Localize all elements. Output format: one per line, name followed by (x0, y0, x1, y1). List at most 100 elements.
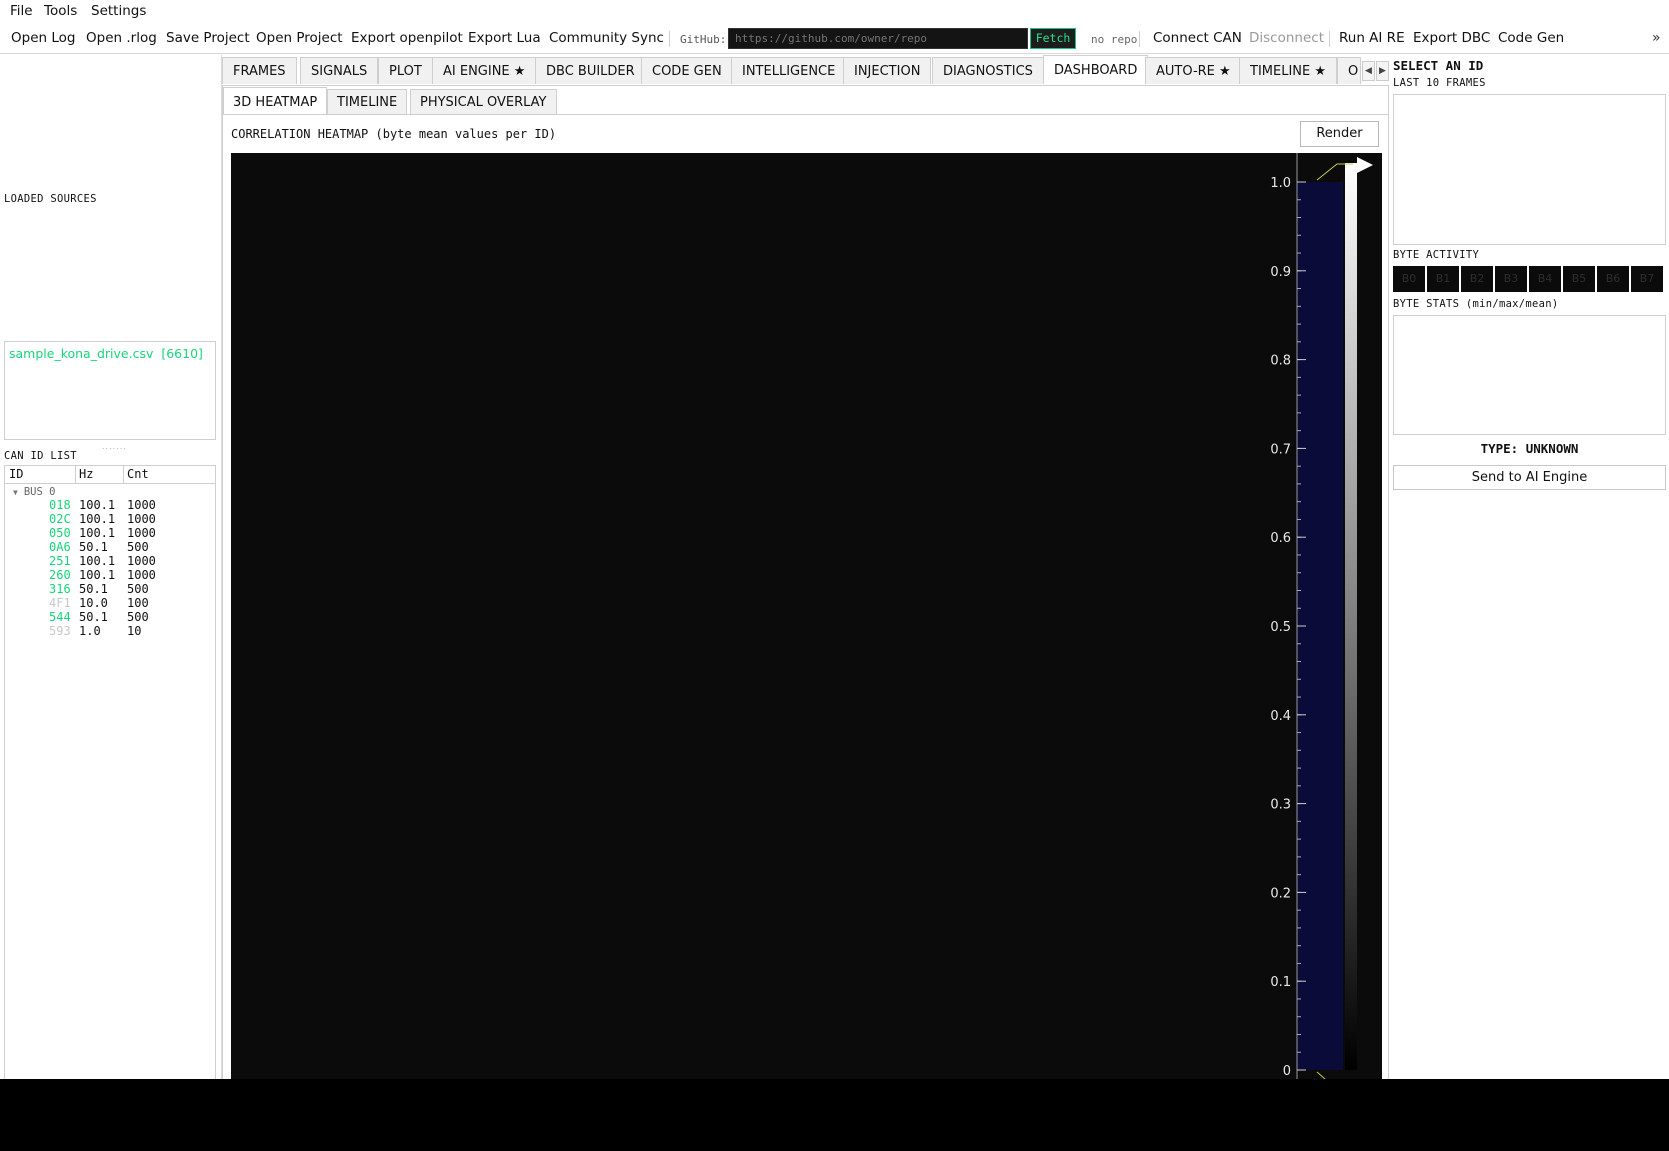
main-tab-bar: FRAMES SIGNALS PLOT AI ENGINE ★ DBC BUIL… (222, 55, 1389, 85)
tab-plot[interactable]: PLOT (378, 57, 433, 84)
splitter-handle[interactable]: ....... (102, 442, 127, 451)
tab-signals[interactable]: SIGNALS (300, 57, 379, 84)
hz-cell: 50.1 (79, 582, 108, 596)
count-cell: 500 (127, 540, 149, 554)
menu-settings[interactable]: Settings (91, 3, 146, 19)
colorbar-tick-label: 0 (1283, 1064, 1291, 1079)
can-id-cell: 251 (49, 554, 71, 568)
count-cell: 500 (127, 582, 149, 596)
tab-auto-re[interactable]: AUTO-RE ★ (1145, 57, 1242, 84)
count-cell: 1000 (127, 498, 156, 512)
colorbar-tick-label: 1.0 (1270, 176, 1291, 191)
loaded-sources-list[interactable]: sample_kona_drive.csv [6610] (4, 341, 216, 440)
tab-overflow-partial[interactable]: O (1337, 57, 1361, 84)
colorbar-tick-label: 0.5 (1270, 620, 1291, 635)
byte-activity-row: B0 B1 B2 B3 B4 B5 B6 B7 (1393, 266, 1669, 292)
can-id-row[interactable]: 02C 100.1 1000 (5, 512, 215, 526)
byte-stats-box[interactable] (1393, 315, 1666, 435)
save-project-button[interactable]: Save Project (166, 30, 250, 46)
hz-cell: 50.1 (79, 540, 108, 554)
tab-frames[interactable]: FRAMES (222, 57, 297, 84)
subtab-timeline[interactable]: TIMELINE (327, 89, 408, 114)
can-id-row[interactable]: 251 100.1 1000 (5, 554, 215, 568)
count-cell: 10 (127, 624, 142, 638)
can-id-row[interactable]: 050 100.1 1000 (5, 526, 215, 540)
export-dbc-button[interactable]: Export DBC (1413, 30, 1490, 46)
count-cell: 100 (127, 596, 149, 610)
expand-triangle-icon[interactable]: ▼ (13, 488, 18, 497)
tab-intelligence[interactable]: INTELLIGENCE (731, 57, 847, 84)
open-rlog-button[interactable]: Open .rlog (86, 30, 157, 46)
export-lua-button[interactable]: Export Lua (468, 30, 541, 46)
can-id-cell: 050 (49, 526, 71, 540)
tab-dbc-builder[interactable]: DBC BUILDER (535, 57, 646, 84)
open-project-button[interactable]: Open Project (256, 30, 343, 46)
subtab-physical-overlay[interactable]: PHYSICAL OVERLAY (410, 89, 557, 114)
send-to-ai-engine-button[interactable]: Send to AI Engine (1393, 465, 1666, 490)
can-id-row[interactable]: 4F1 10.0 100 (5, 596, 215, 610)
left-panel: LOADED SOURCES sample_kona_drive.csv [66… (0, 55, 220, 1079)
count-cell: 1000 (127, 512, 156, 526)
can-id-row[interactable]: 316 50.1 500 (5, 582, 215, 596)
byte-activity-label: BYTE ACTIVITY (1393, 249, 1480, 261)
tab-ai-engine[interactable]: AI ENGINE ★ (432, 57, 537, 84)
tab-injection[interactable]: INJECTION (843, 57, 932, 84)
bus-group-row[interactable]: ▼ BUS 0 (13, 486, 55, 498)
colorbar-handle-icon (1357, 157, 1373, 173)
can-id-list-label: CAN ID LIST (4, 450, 77, 462)
disconnect-button[interactable]: Disconnect (1249, 30, 1324, 46)
can-id-cell: 02C (49, 512, 71, 526)
tab-timeline[interactable]: TIMELINE ★ (1239, 57, 1338, 84)
toolbar-separator (1139, 31, 1140, 47)
menu-file[interactable]: File (10, 3, 33, 19)
tab-scroll-right-icon[interactable]: ▶ (1376, 61, 1389, 81)
colorbar-tick-label: 0.6 (1270, 531, 1291, 546)
column-header-id[interactable]: ID (9, 467, 23, 481)
run-ai-re-button[interactable]: Run AI RE (1339, 30, 1405, 46)
colorbar-bottom-marker (1316, 1071, 1326, 1079)
menu-bar: File Tools Settings (0, 0, 1669, 22)
can-id-row[interactable]: 018 100.1 1000 (5, 498, 215, 512)
tab-diagnostics[interactable]: DIAGNOSTICS (932, 57, 1044, 84)
hz-cell: 100.1 (79, 554, 116, 568)
can-id-row[interactable]: 0A6 50.1 500 (5, 540, 215, 554)
count-cell: 500 (127, 610, 149, 624)
connect-can-button[interactable]: Connect CAN (1153, 30, 1242, 46)
colorbar-tick-label: 0.7 (1270, 442, 1291, 457)
heatmap-plot[interactable]: 1.0 0.9 0.8 0.7 0.6 0.5 0.4 0.3 0.2 0.1 0 (231, 153, 1382, 1079)
hz-cell: 100.1 (79, 498, 116, 512)
tab-scroll-left-icon[interactable]: ◀ (1362, 61, 1375, 81)
byte-cell: B3 (1495, 266, 1527, 292)
subtab-3d-heatmap[interactable]: 3D HEATMAP (223, 87, 328, 114)
community-sync-button[interactable]: Community Sync (549, 30, 664, 46)
tab-dashboard[interactable]: DASHBOARD (1043, 55, 1149, 83)
hz-cell: 100.1 (79, 512, 116, 526)
app-window: File Tools Settings Open Log Open .rlog … (0, 0, 1669, 1079)
colorbar-tick-label: 0.9 (1270, 265, 1291, 280)
heatmap-canvas: 1.0 0.9 0.8 0.7 0.6 0.5 0.4 0.3 0.2 0.1 0 (1270, 153, 1373, 1079)
source-count: [6610] (161, 346, 203, 361)
tab-code-gen[interactable]: CODE GEN (641, 57, 733, 84)
column-header-cnt[interactable]: Cnt (127, 467, 149, 481)
menu-tools[interactable]: Tools (44, 3, 77, 19)
open-log-button[interactable]: Open Log (11, 30, 75, 46)
can-id-cell: 260 (49, 568, 71, 582)
table-header: ID Hz Cnt (5, 466, 215, 484)
column-header-hz[interactable]: Hz (79, 467, 93, 481)
github-url-input[interactable] (728, 28, 1028, 49)
count-cell: 1000 (127, 554, 156, 568)
fetch-button[interactable]: Fetch (1030, 28, 1076, 49)
code-gen-button[interactable]: Code Gen (1498, 30, 1564, 46)
can-id-table[interactable]: ID Hz Cnt ▼ BUS 0 018 100.1 1000 02C 100.1 100… (4, 465, 216, 1079)
last-frames-label: LAST 10 FRAMES (1393, 77, 1486, 89)
can-id-row[interactable]: 544 50.1 500 (5, 610, 215, 624)
render-button[interactable]: Render (1300, 121, 1379, 147)
can-id-row[interactable]: 260 100.1 1000 (5, 568, 215, 582)
last-frames-box[interactable] (1393, 94, 1666, 245)
can-id-cell: 544 (49, 610, 71, 624)
source-item[interactable]: sample_kona_drive.csv [6610] (9, 346, 203, 361)
toolbar-overflow-icon[interactable]: » (1652, 30, 1661, 46)
export-openpilot-button[interactable]: Export openpilot (351, 30, 463, 46)
hz-cell: 10.0 (79, 596, 108, 610)
can-id-row[interactable]: 593 1.0 10 (5, 624, 215, 638)
